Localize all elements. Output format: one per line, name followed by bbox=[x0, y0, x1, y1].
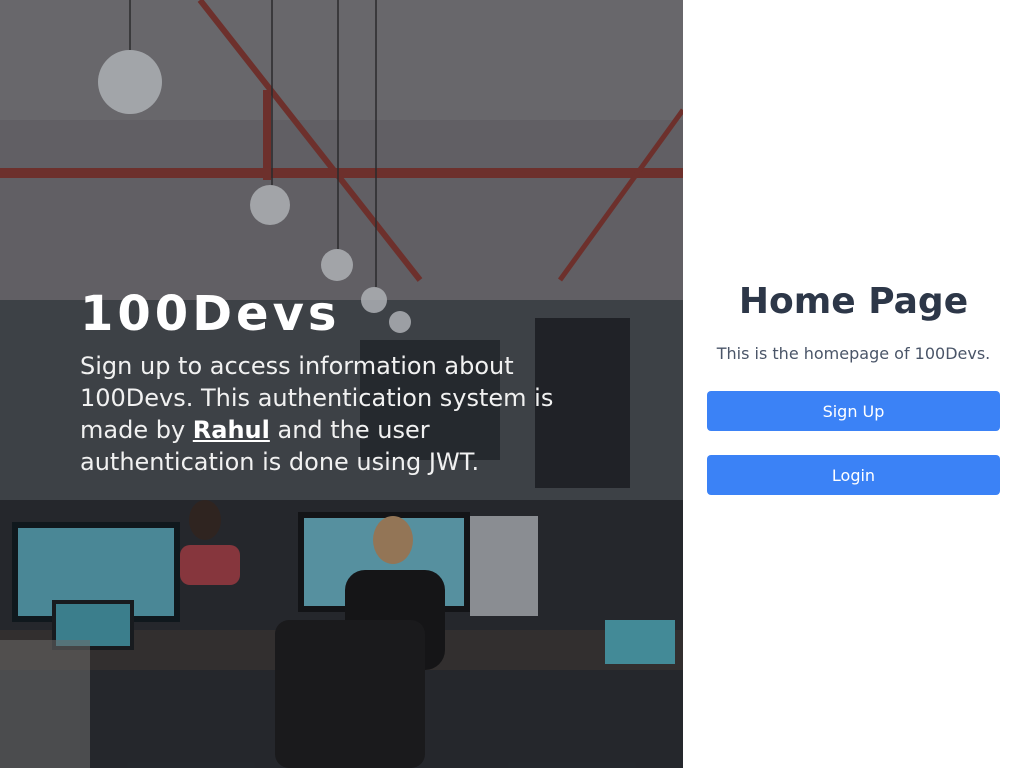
page-title: Home Page bbox=[738, 281, 969, 322]
page: 100Devs Sign up to access information ab… bbox=[0, 0, 1024, 768]
page-subtitle: This is the homepage of 100Devs. bbox=[716, 344, 991, 363]
hero-description: Sign up to access information about 100D… bbox=[80, 350, 570, 478]
author-link[interactable]: Rahul bbox=[193, 416, 270, 444]
brand-title: 100Devs bbox=[80, 286, 341, 342]
auth-panel-content: Home Page This is the homepage of 100Dev… bbox=[707, 280, 1000, 495]
sign-up-button[interactable]: Sign Up bbox=[707, 391, 1000, 431]
login-button[interactable]: Login bbox=[707, 455, 1000, 495]
hero-content: 100Devs Sign up to access information ab… bbox=[80, 286, 570, 478]
auth-panel: Home Page This is the homepage of 100Dev… bbox=[683, 0, 1024, 768]
hero-section: 100Devs Sign up to access information ab… bbox=[0, 0, 683, 768]
